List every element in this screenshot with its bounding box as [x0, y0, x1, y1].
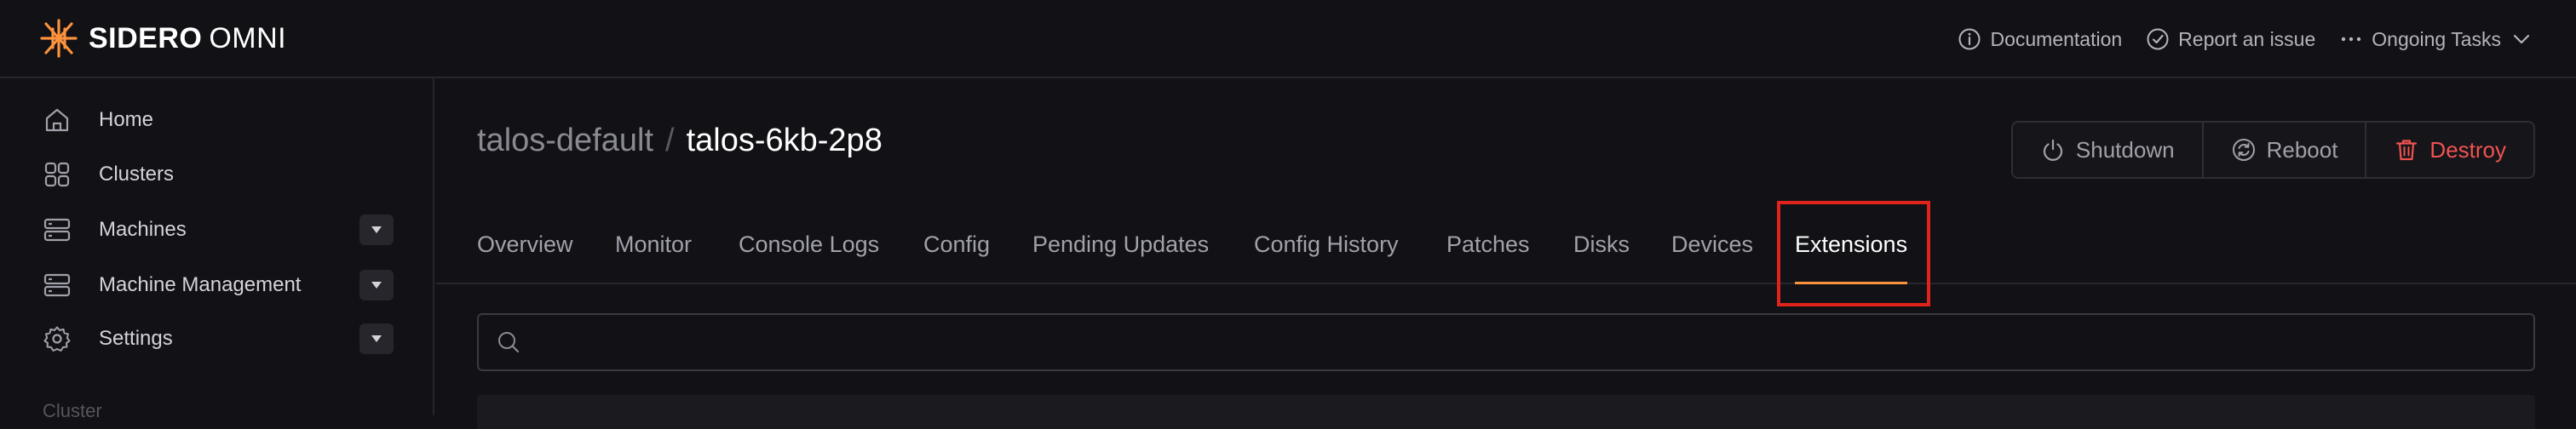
caret-down-icon — [371, 335, 382, 342]
sidebar-item-label: Machine Management — [99, 273, 302, 296]
machines-expand-button[interactable] — [359, 214, 394, 245]
destroy-button[interactable]: Destroy — [2365, 123, 2533, 177]
tab-overview[interactable]: Overview — [477, 204, 573, 284]
brand-name-bold: SIDERO — [89, 21, 203, 54]
reboot-button[interactable]: Reboot — [2201, 123, 2366, 177]
search-box[interactable] — [477, 313, 2535, 371]
check-circle-icon — [2147, 28, 2169, 50]
sidebar-item-label: Home — [99, 108, 154, 131]
tab-monitor[interactable]: Monitor — [615, 204, 692, 284]
sidebar: Home Clusters Machines Machine Managemen… — [0, 78, 434, 421]
chevron-down-icon — [2513, 34, 2530, 44]
sidebar-item-home[interactable]: Home — [43, 98, 394, 142]
sidebar-item-label: Clusters — [99, 163, 175, 186]
sidebar-item-label: Settings — [99, 327, 173, 350]
brand-logo[interactable]: SIDERO OMNI — [37, 14, 286, 63]
breadcrumb-node-name: talos-6kb-2p8 — [686, 123, 883, 158]
home-icon — [43, 106, 72, 134]
sidebar-item-clusters[interactable]: Clusters — [43, 152, 394, 197]
header-actions: Documentation Report an issue Ongoing Ta… — [1958, 15, 2533, 63]
settings-expand-button[interactable] — [359, 323, 394, 354]
caret-down-icon — [371, 282, 382, 289]
tab-disks[interactable]: Disks — [1573, 204, 1630, 284]
grid-icon — [43, 160, 72, 189]
report-issue-link[interactable]: Report an issue — [2146, 27, 2315, 51]
shutdown-label: Shutdown — [2075, 136, 2175, 163]
tab-patches[interactable]: Patches — [1446, 204, 1530, 284]
sidebar-item-machine-management[interactable]: Machine Management — [43, 263, 394, 307]
brand-name: SIDERO OMNI — [89, 22, 286, 55]
server-icon — [43, 215, 72, 244]
info-icon — [1958, 28, 1981, 50]
sidebar-section-label: Cluster — [43, 400, 102, 421]
trash-icon — [2396, 140, 2418, 161]
destroy-label: Destroy — [2429, 136, 2506, 163]
node-tabs: Overview Monitor Console Logs Config Pen… — [436, 204, 2576, 284]
sidero-logo-icon — [40, 19, 78, 58]
breadcrumb-separator: / — [665, 123, 675, 158]
ongoing-tasks-label: Ongoing Tasks — [2372, 27, 2501, 50]
report-issue-label: Report an issue — [2178, 27, 2316, 50]
node-actions: Shutdown Reboot Destroy — [2010, 121, 2535, 179]
breadcrumb: talos-default / talos-6kb-2p8 — [477, 123, 883, 159]
tab-pending-updates[interactable]: Pending Updates — [1032, 204, 1209, 284]
server-icon — [43, 271, 72, 300]
search-icon — [498, 332, 520, 353]
caret-down-icon — [371, 226, 382, 233]
shutdown-button[interactable]: Shutdown — [2012, 123, 2202, 177]
gear-icon — [43, 324, 72, 353]
machine-management-expand-button[interactable] — [359, 270, 394, 300]
breadcrumb-cluster-link[interactable]: talos-default — [477, 123, 653, 159]
ongoing-tasks-button[interactable]: Ongoing Tasks — [2339, 27, 2533, 51]
reboot-label: Reboot — [2266, 136, 2338, 163]
top-bar: SIDERO OMNI Documentation Report an issue — [0, 0, 2576, 78]
tab-config[interactable]: Config — [923, 204, 990, 284]
power-icon — [2043, 139, 2063, 161]
ellipsis-icon — [2342, 37, 2361, 42]
sidebar-item-machines[interactable]: Machines — [43, 208, 394, 252]
search-input[interactable] — [530, 317, 2533, 368]
tab-config-history[interactable]: Config History — [1254, 204, 1399, 284]
tab-devices[interactable]: Devices — [1671, 204, 1753, 284]
brand-name-light: OMNI — [209, 21, 287, 54]
main-content: talos-default / talos-6kb-2p8 Shutdown R… — [436, 78, 2576, 429]
documentation-label: Documentation — [1990, 27, 2123, 50]
extensions-list — [477, 395, 2535, 429]
tab-console-logs[interactable]: Console Logs — [739, 204, 879, 284]
documentation-link[interactable]: Documentation — [1958, 27, 2122, 51]
sidebar-item-settings[interactable]: Settings — [43, 317, 394, 361]
sidebar-item-label: Machines — [99, 218, 187, 241]
refresh-icon — [2232, 139, 2255, 161]
tab-extensions[interactable]: Extensions — [1795, 204, 1908, 284]
